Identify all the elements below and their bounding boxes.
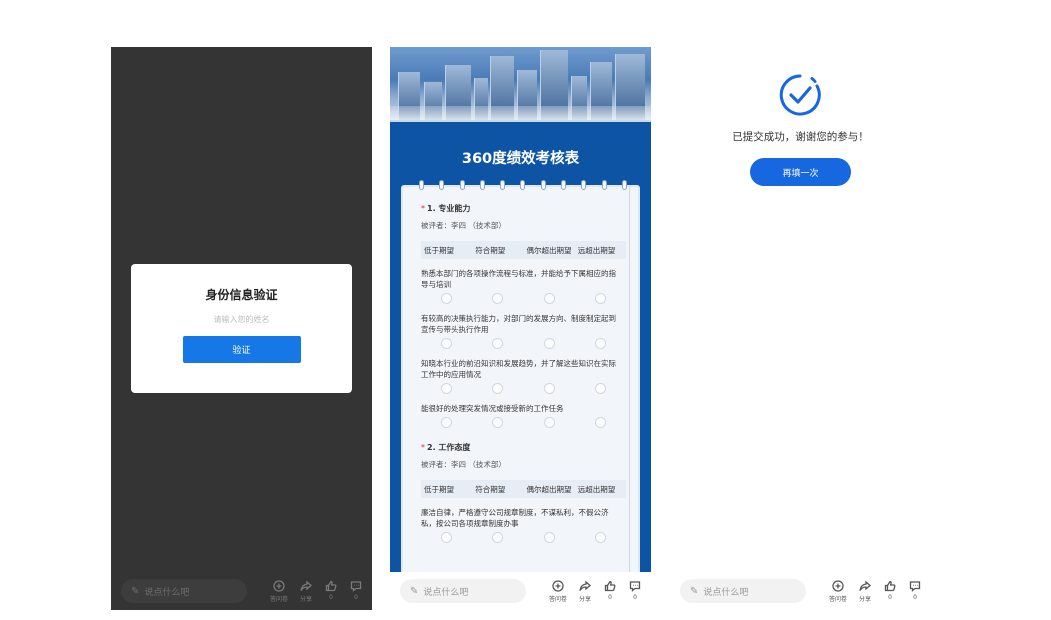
comment-placeholder: 说点什么吧: [423, 587, 469, 598]
success-check-icon: [779, 74, 821, 116]
screenshot: 身份信息验证 验证 ✎ 说点什么吧 答问卷 分享 0: [0, 0, 1051, 620]
rating-radio[interactable]: [594, 293, 606, 304]
like-button[interactable]: 0: [323, 580, 339, 603]
share-icon: [579, 580, 591, 591]
rating-item: 熟悉本部门的各项操作流程与标准，并能给予下属相应的指导与培训: [421, 269, 616, 289]
rating-radio[interactable]: [492, 532, 504, 543]
thumbs-up-icon: [325, 580, 337, 591]
like-button[interactable]: 0: [882, 580, 898, 603]
bottom-bar: ✎ 说点什么吧 答问卷 分享 0 0: [670, 572, 931, 610]
required-mark: *: [421, 443, 425, 452]
rating-radio[interactable]: [441, 532, 453, 543]
bottom-bar: ✎ 说点什么吧 答问卷 分享 0 0: [111, 572, 372, 610]
comment-icon: [909, 580, 921, 592]
survey-form: * 1. 专业能力 被评者：李四 （技术部） 低于期望 符合期望 偶尔超出期望 远…: [401, 185, 640, 585]
rating-radio-group: [421, 338, 626, 349]
comment-input[interactable]: ✎ 说点什么吧: [680, 579, 806, 603]
comment-placeholder: 说点什么吧: [144, 587, 190, 598]
comment-placeholder: 说点什么吧: [703, 587, 749, 598]
rating-radio[interactable]: [492, 417, 504, 428]
share-icon: [859, 580, 871, 591]
pen-icon: ✎: [690, 585, 699, 597]
rating-radio[interactable]: [492, 383, 504, 394]
rating-radio[interactable]: [543, 383, 555, 394]
identity-verify-dialog: 身份信息验证 验证: [131, 264, 352, 393]
rating-radio[interactable]: [594, 383, 606, 394]
verify-screen: 身份信息验证 验证 ✎ 说点什么吧 答问卷 分享 0: [111, 47, 372, 610]
rating-radio[interactable]: [594, 338, 606, 349]
question-title: * 2. 工作态度: [421, 443, 471, 452]
comment-button[interactable]: 0: [907, 580, 923, 603]
rating-radio[interactable]: [543, 338, 555, 349]
share-icon: [300, 580, 312, 591]
like-button[interactable]: 0: [602, 580, 618, 603]
rating-item: 知晓本行业的前沿知识和发展趋势，并了解这些知识在实际工作中的应用情况: [421, 359, 616, 379]
plus-circle-icon: [552, 579, 564, 592]
rating-radio[interactable]: [441, 338, 453, 349]
thumbs-up-icon: [884, 580, 896, 591]
required-mark: *: [421, 204, 425, 213]
comment-icon: [629, 580, 641, 592]
rating-scale-header: 低于期望 符合期望 偶尔超出期望 远超出期望: [421, 241, 626, 259]
rating-radio[interactable]: [543, 293, 555, 304]
pen-icon: ✎: [131, 585, 140, 597]
rating-radio[interactable]: [594, 532, 606, 543]
comment-icon: [350, 580, 362, 592]
survey-title: 360度绩效考核表: [461, 151, 580, 167]
comment-input[interactable]: ✎ 说点什么吧: [121, 579, 247, 603]
plus-circle-icon: [273, 579, 285, 592]
rating-item: 能很好的处理突发情况或接受新的工作任务: [421, 404, 564, 413]
plus-circle-icon: [832, 579, 844, 592]
name-input[interactable]: [166, 315, 317, 324]
rating-radio-group: [421, 293, 626, 304]
success-screen: 已提交成功，谢谢您的参与！ 再填一次 ✎ 说点什么吧 答问卷 分享 0 0: [670, 47, 931, 610]
survey-screen: 360度绩效考核表 * 1. 专业能力 被评者：李四 （技术部） 低于期望 符合期…: [390, 47, 651, 610]
question-title: * 1. 专业能力: [421, 204, 471, 213]
rating-item: 廉洁自律，严格遵守公司规章制度，不谋私利，不假公济私，按公司各项规章制度办事: [421, 508, 609, 528]
city-skyline-banner: [390, 47, 651, 122]
share-button[interactable]: 分享: [298, 580, 314, 603]
dialog-title: 身份信息验证: [205, 288, 278, 302]
bottom-bar: ✎ 说点什么吧 答问卷 分享 0 0: [390, 572, 651, 610]
rating-radio[interactable]: [492, 338, 504, 349]
rating-radio[interactable]: [441, 417, 453, 428]
rating-radio[interactable]: [492, 293, 504, 304]
notebook-rings: [420, 181, 626, 189]
rating-radio-group: [421, 417, 626, 428]
share-button[interactable]: 分享: [577, 580, 593, 603]
rating-scale-header: 低于期望 符合期望 偶尔超出期望 远超出期望: [421, 480, 626, 498]
share-button[interactable]: 分享: [857, 580, 873, 603]
refill-button[interactable]: 再填一次: [750, 158, 851, 186]
rating-radio[interactable]: [441, 293, 453, 304]
pen-icon: ✎: [410, 585, 419, 597]
comment-button[interactable]: 0: [627, 580, 643, 603]
rating-item: 有较高的决策执行能力，对部门的发展方向、制度制定起到宣传与带头执行作用: [421, 314, 616, 334]
evaluated-person: 被评者：李四 （技术部）: [421, 221, 506, 230]
answer-survey-button[interactable]: 答问卷: [828, 579, 848, 603]
rating-radio[interactable]: [543, 417, 555, 428]
rating-radio[interactable]: [594, 417, 606, 428]
evaluated-person: 被评者：李四 （技术部）: [421, 460, 506, 469]
rating-radio[interactable]: [441, 383, 453, 394]
rating-radio-group: [421, 532, 626, 543]
rating-radio[interactable]: [543, 532, 555, 543]
rating-radio-group: [421, 383, 626, 394]
verify-button[interactable]: 验证: [182, 336, 301, 363]
answer-survey-button[interactable]: 答问卷: [548, 579, 568, 603]
answer-survey-button[interactable]: 答问卷: [269, 579, 289, 603]
comment-button[interactable]: 0: [348, 580, 364, 603]
comment-input[interactable]: ✎ 说点什么吧: [400, 579, 526, 603]
success-message: 已提交成功，谢谢您的参与！: [732, 131, 869, 143]
thumbs-up-icon: [604, 580, 616, 591]
